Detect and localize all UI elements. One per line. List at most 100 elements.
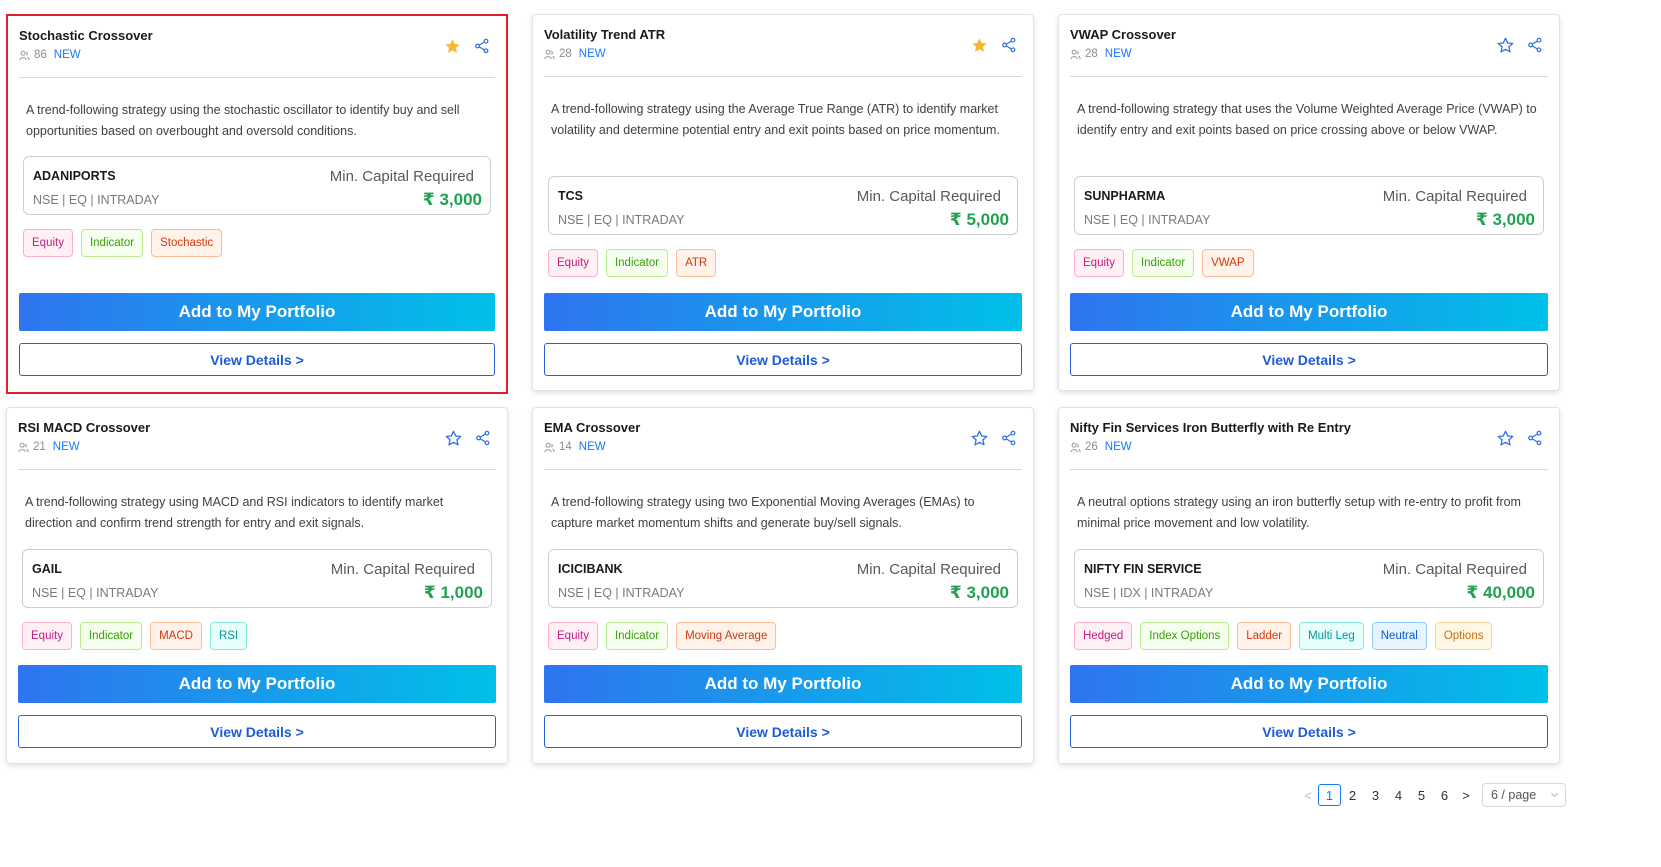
card-header: Stochastic Crossover 86 NEW [19, 28, 495, 78]
strategy-card[interactable]: Nifty Fin Services Iron Butterfly with R… [1058, 407, 1560, 764]
view-details-button[interactable]: View Details > [19, 343, 495, 376]
strategy-title: VWAP Crossover [1070, 27, 1176, 42]
add-to-portfolio-button[interactable]: Add to My Portfolio [18, 665, 496, 703]
strategy-card[interactable]: Volatility Trend ATR 28 NEW A trend-foll… [532, 14, 1034, 391]
star-filled-icon[interactable] [970, 36, 988, 54]
users-icon [544, 442, 555, 453]
min-capital-label: Min. Capital Required [1382, 561, 1527, 578]
strategy-title: RSI MACD Crossover [18, 420, 151, 435]
instrument-exchange: NSE | EQ | INTRADAY [558, 586, 685, 600]
new-badge: NEW [52, 441, 80, 453]
strategy-card[interactable]: VWAP Crossover 28 NEW A trend-following … [1058, 14, 1560, 391]
instrument-box: SUNPHARMA NSE | EQ | INTRADAY Min. Capit… [1074, 176, 1544, 235]
tag: Neutral [1371, 622, 1427, 650]
min-capital-value: ₹ 3,000 [422, 190, 482, 209]
page-size-select[interactable]: 6 / page [1482, 783, 1566, 807]
page-3-button[interactable]: 3 [1364, 784, 1387, 806]
page-1-button[interactable]: 1 [1318, 784, 1341, 806]
star-outline-icon[interactable] [444, 429, 462, 447]
tag: Equity [548, 249, 598, 277]
users-count: 28 [559, 48, 572, 60]
tag: RSI [209, 622, 248, 650]
strategy-meta: 28 NEW [1070, 48, 1132, 60]
star-filled-icon[interactable] [443, 37, 461, 55]
next-page-button[interactable]: > [1456, 784, 1476, 806]
instrument-symbol: ICICIBANK [558, 562, 623, 576]
min-capital-value: ₹ 5,000 [949, 210, 1009, 229]
card-header: EMA Crossover 14 NEW [544, 420, 1022, 470]
strategy-title: Stochastic Crossover [19, 28, 153, 43]
min-capital-value: ₹ 3,000 [949, 583, 1009, 602]
add-to-portfolio-button[interactable]: Add to My Portfolio [544, 665, 1022, 703]
tag-list: Equity Indicator MACD RSI [22, 622, 492, 652]
tag-list: Equity Indicator ATR [548, 249, 1018, 279]
users-count: 86 [34, 49, 47, 61]
tag: Hedged [1074, 622, 1133, 650]
share-icon[interactable] [474, 429, 492, 447]
add-to-portfolio-button[interactable]: Add to My Portfolio [1070, 665, 1548, 703]
new-badge: NEW [578, 48, 606, 60]
star-outline-icon[interactable] [1496, 429, 1514, 447]
strategy-meta: 86 NEW [19, 49, 81, 61]
page-4-button[interactable]: 4 [1387, 784, 1410, 806]
view-details-button[interactable]: View Details > [544, 715, 1022, 748]
min-capital-label: Min. Capital Required [329, 168, 474, 185]
add-to-portfolio-button[interactable]: Add to My Portfolio [544, 293, 1022, 331]
strategy-description: A trend-following strategy using the Ave… [551, 102, 1000, 137]
strategy-meta: 21 NEW [18, 441, 80, 453]
instrument-exchange: NSE | EQ | INTRADAY [1084, 213, 1211, 227]
strategy-description: A trend-following strategy using the sto… [26, 103, 460, 138]
share-icon[interactable] [1000, 429, 1018, 447]
instrument-symbol: ADANIPORTS [33, 169, 116, 183]
tag: ATR [676, 249, 717, 277]
share-icon[interactable] [1526, 36, 1544, 54]
strategy-title: Nifty Fin Services Iron Butterfly with R… [1070, 420, 1351, 435]
strategy-card[interactable]: RSI MACD Crossover 21 NEW A trend-follow… [6, 407, 508, 764]
view-details-button[interactable]: View Details > [1070, 715, 1548, 748]
share-icon[interactable] [1526, 429, 1544, 447]
view-details-button[interactable]: View Details > [18, 715, 496, 748]
star-outline-icon[interactable] [1496, 36, 1514, 54]
instrument-box: TCS NSE | EQ | INTRADAY Min. Capital Req… [548, 176, 1018, 235]
view-details-button[interactable]: View Details > [544, 343, 1022, 376]
new-badge: NEW [578, 441, 606, 453]
strategy-grid: Stochastic Crossover 86 NEW A trend-foll… [0, 0, 1661, 867]
view-details-button[interactable]: View Details > [1070, 343, 1548, 376]
prev-page-button[interactable]: < [1298, 784, 1318, 806]
tag: Equity [548, 622, 598, 650]
min-capital-label: Min. Capital Required [1382, 188, 1527, 205]
strategy-meta: 14 NEW [544, 441, 606, 453]
card-header: RSI MACD Crossover 21 NEW [18, 420, 496, 470]
pagination: < 1 2 3 4 5 6 > 6 / page [1298, 783, 1566, 807]
users-count: 21 [33, 441, 46, 453]
tag: Ladder [1237, 622, 1292, 650]
strategy-title: Volatility Trend ATR [544, 27, 666, 42]
instrument-exchange: NSE | EQ | INTRADAY [33, 193, 160, 207]
strategy-card[interactable]: EMA Crossover 14 NEW A trend-following s… [532, 407, 1034, 764]
tag: Indicator [605, 249, 669, 277]
page-6-button[interactable]: 6 [1433, 784, 1456, 806]
add-to-portfolio-button[interactable]: Add to My Portfolio [1070, 293, 1548, 331]
chevron-down-icon [1550, 788, 1559, 802]
strategy-card[interactable]: Stochastic Crossover 86 NEW A trend-foll… [6, 14, 508, 394]
share-icon[interactable] [1000, 36, 1018, 54]
share-icon[interactable] [473, 37, 491, 55]
page-2-button[interactable]: 2 [1341, 784, 1364, 806]
min-capital-value: ₹ 3,000 [1475, 210, 1535, 229]
users-icon [18, 442, 29, 453]
star-outline-icon[interactable] [970, 429, 988, 447]
instrument-symbol: NIFTY FIN SERVICE [1084, 562, 1202, 576]
users-count: 28 [1085, 48, 1098, 60]
instrument-exchange: NSE | IDX | INTRADAY [1084, 586, 1214, 600]
tag: Equity [1074, 249, 1124, 277]
tag: Equity [22, 622, 72, 650]
add-to-portfolio-button[interactable]: Add to My Portfolio [19, 293, 495, 331]
page-5-button[interactable]: 5 [1410, 784, 1433, 806]
card-header: Nifty Fin Services Iron Butterfly with R… [1070, 420, 1548, 470]
users-icon [19, 50, 30, 61]
instrument-exchange: NSE | EQ | INTRADAY [32, 586, 159, 600]
instrument-box: GAIL NSE | EQ | INTRADAY Min. Capital Re… [22, 549, 492, 608]
strategy-meta: 28 NEW [544, 48, 606, 60]
min-capital-value: ₹ 40,000 [1466, 583, 1535, 602]
tag: Indicator [80, 229, 144, 257]
